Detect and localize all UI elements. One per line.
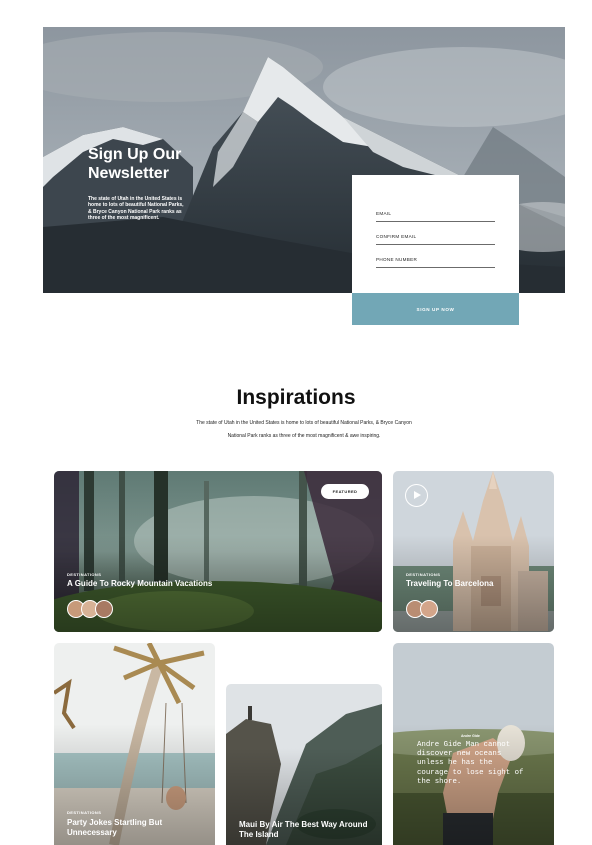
card-maui[interactable]: Maui By Air The Best Way Around The Isla… (226, 684, 382, 845)
card-rocky-mountain[interactable]: FEATURED DESTINATIONS A Guide To Rocky M… (54, 471, 382, 632)
phone-number-label: PHONE NUMBER (376, 257, 418, 262)
card-quote[interactable]: Andre Gide Andre Gide Man cannot discove… (393, 643, 554, 845)
card-title: Traveling To Barcelona (406, 579, 494, 588)
author-avatars (406, 600, 438, 618)
sign-up-button[interactable]: SIGN UP NOW (352, 293, 519, 325)
section-title: Inspirations (236, 386, 356, 409)
phone-number-field[interactable]: PHONE NUMBER (376, 254, 495, 268)
section-subtitle: The state of Utah in the United States i… (196, 420, 412, 439)
quote-author: Andre Gide (461, 734, 480, 738)
card-category: DESTINATIONS (67, 810, 102, 815)
newsletter-form: EMAIL CONFIRM EMAIL PHONE NUMBER (352, 175, 519, 293)
card-title: Maui By Air The Best Way Around The Isla… (239, 820, 368, 839)
confirm-email-field[interactable]: CONFIRM EMAIL (376, 231, 495, 245)
card-title: A Guide To Rocky Mountain Vacations (67, 579, 213, 588)
quote-text: Andre Gide Man cannot discover new ocean… (417, 741, 524, 786)
card-barcelona[interactable]: DESTINATIONS Traveling To Barcelona (393, 471, 554, 632)
play-icon[interactable] (405, 484, 428, 507)
newsletter-description: The state of Utah in the United States i… (88, 196, 184, 221)
card-title: Party Jokes Startling But Unnecessary (67, 818, 163, 837)
newsletter-title: Sign Up Our Newsletter (88, 146, 182, 182)
card-party-jokes[interactable]: DESTINATIONS Party Jokes Startling But U… (54, 643, 215, 845)
avatar[interactable] (95, 600, 113, 618)
confirm-email-label: CONFIRM EMAIL (376, 234, 417, 239)
email-label: EMAIL (376, 211, 392, 216)
avatar[interactable] (420, 600, 438, 618)
author-avatars (67, 600, 113, 618)
featured-badge: FEATURED (321, 484, 369, 499)
email-field[interactable]: EMAIL (376, 208, 495, 222)
card-category: DESTINATIONS (406, 572, 441, 577)
card-category: DESTINATIONS (67, 572, 102, 577)
